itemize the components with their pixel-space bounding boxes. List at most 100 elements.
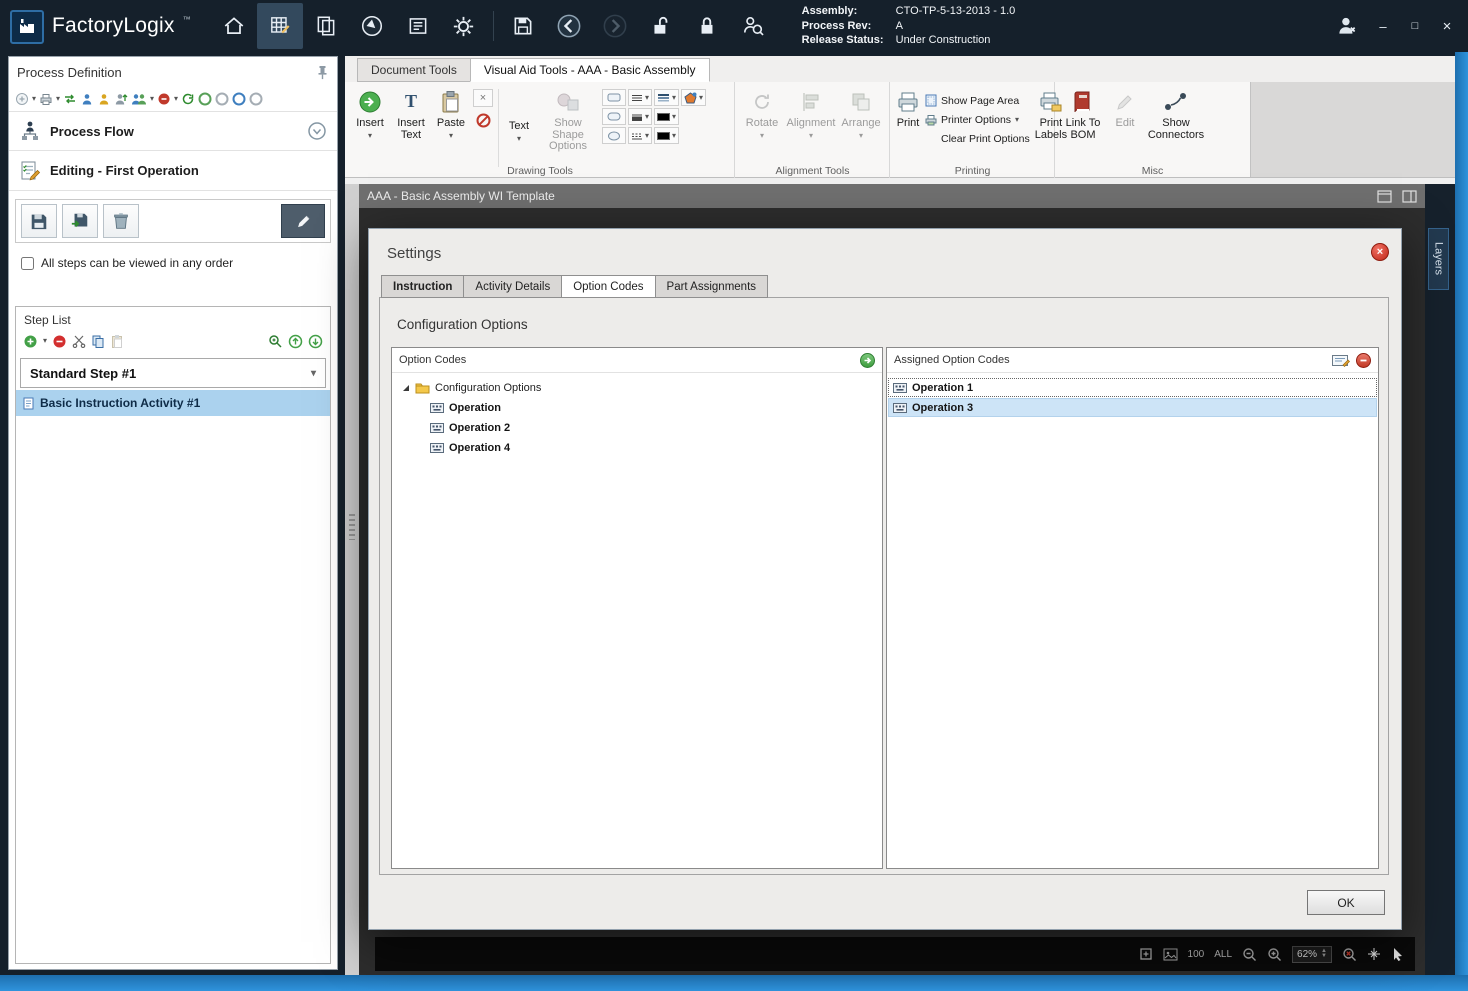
stack-order-dropdown[interactable]: ▾ [654, 89, 680, 106]
reports-button[interactable] [395, 3, 441, 49]
show-shape-options-button[interactable]: Show Shape Options [536, 85, 600, 157]
tab-instruction[interactable]: Instruction [381, 275, 465, 298]
tab-document-tools[interactable]: Document Tools [357, 58, 471, 82]
tree-root-row[interactable]: Configuration Options [392, 378, 882, 398]
insert-button[interactable]: Insert ▾ [349, 85, 391, 157]
option-code-item[interactable]: Operation [392, 398, 882, 418]
refresh-icon[interactable] [181, 91, 195, 107]
settings-gear-button[interactable] [441, 3, 487, 49]
dropdown-arrow-icon[interactable]: ▾ [368, 131, 372, 140]
move-down-icon[interactable] [308, 333, 323, 349]
process-flow-section[interactable]: Process Flow [9, 111, 337, 151]
tree-expander-icon[interactable] [402, 384, 410, 392]
tab-visual-aid-tools[interactable]: Visual Aid Tools - AAA - Basic Assembly [469, 58, 710, 82]
dialog-close-icon[interactable] [1371, 243, 1389, 261]
team-icon[interactable] [131, 91, 147, 107]
paste-button[interactable]: Paste ▾ [431, 85, 471, 157]
dropdown-arrow-icon[interactable]: ▾ [809, 131, 813, 140]
select-cursor-icon[interactable] [1391, 946, 1405, 962]
process-editor-button[interactable] [256, 3, 303, 49]
dropdown-arrow-icon[interactable]: ▾ [760, 131, 764, 140]
import-save-button[interactable] [62, 204, 98, 238]
polygon-tool-dropdown[interactable]: ▾ [681, 89, 707, 106]
transfer-icon[interactable] [63, 91, 77, 107]
layers-tab[interactable]: Layers [1428, 228, 1449, 290]
ellipse-shape-button[interactable] [602, 127, 626, 144]
minimize-button[interactable] [1370, 15, 1396, 37]
status-circle-gray2-icon[interactable] [249, 91, 263, 107]
dash-style-dropdown[interactable]: ▾ [628, 127, 653, 144]
lock-button[interactable] [684, 3, 730, 49]
cut-icon[interactable] [72, 333, 86, 349]
arrange-button[interactable]: Arrange ▾ [837, 85, 885, 157]
text-tool-button[interactable]: Text ▾ [502, 85, 536, 157]
assigned-code-item[interactable]: Operation 1 [888, 378, 1377, 397]
zoom-level-spinner[interactable]: 62% ▲ ▼ [1292, 945, 1332, 963]
fill-color-picker[interactable]: ▾ [654, 127, 680, 144]
ok-button[interactable]: OK [1307, 890, 1385, 915]
copy-icon[interactable] [91, 333, 105, 349]
zoom-in-icon[interactable] [1267, 946, 1282, 962]
edit-codes-icon[interactable] [1332, 352, 1350, 368]
assign-user-icon[interactable] [80, 91, 94, 107]
forward-button[interactable] [592, 3, 638, 49]
save-step-button[interactable] [21, 204, 57, 238]
expand-circle-icon[interactable] [307, 122, 327, 140]
edit-button[interactable]: Edit [1107, 85, 1143, 157]
edit-mode-button[interactable] [281, 204, 325, 238]
zoom-out-icon[interactable] [1242, 946, 1257, 962]
add-step-icon[interactable] [23, 333, 38, 349]
print-process-icon[interactable] [39, 91, 53, 107]
float-panel-icon[interactable] [1377, 188, 1392, 204]
navigator-button[interactable] [349, 3, 395, 49]
rotate-button[interactable]: Rotate ▾ [739, 85, 785, 157]
dropdown-arrow-icon[interactable]: ▾ [449, 131, 453, 140]
spinner-arrows-icon[interactable]: ▲ ▼ [1321, 948, 1327, 959]
assign-option-code-icon[interactable] [860, 352, 875, 368]
link-to-bom-button[interactable]: Link To BOM [1059, 85, 1107, 157]
activity-item-selected[interactable]: Basic Instruction Activity #1 [16, 390, 330, 416]
dropdown-arrow-icon[interactable]: ▾ [32, 95, 36, 103]
dropdown-arrow-icon[interactable]: ▾ [43, 337, 47, 345]
fit-page-icon[interactable] [1139, 946, 1153, 962]
step-item[interactable]: Standard Step #1 ▾ [20, 358, 326, 388]
clear-print-options-button[interactable]: Clear Print Options [922, 129, 1033, 148]
printer-options-button[interactable]: Printer Options ▾ [922, 110, 1033, 129]
disable-shape-icon[interactable] [473, 111, 493, 129]
release-user-icon[interactable] [97, 91, 111, 107]
chevron-down-icon[interactable]: ▾ [311, 368, 316, 379]
show-connectors-button[interactable]: Show Connectors [1143, 85, 1209, 157]
find-step-icon[interactable] [268, 333, 283, 349]
status-circle-gray-icon[interactable] [215, 91, 229, 107]
move-up-icon[interactable] [288, 333, 303, 349]
zoom-preset-all[interactable]: ALL [1214, 949, 1232, 960]
save-button[interactable] [500, 3, 546, 49]
left-splitter[interactable] [345, 184, 359, 975]
line-weight-dropdown[interactable]: ▾ [628, 89, 653, 106]
close-button[interactable] [1434, 15, 1460, 37]
pin-icon[interactable] [316, 64, 329, 80]
delete-shape-icon[interactable] [473, 89, 493, 107]
delete-step-button[interactable] [103, 204, 139, 238]
remove-icon[interactable] [157, 91, 171, 107]
option-code-item[interactable]: Operation 4 [392, 438, 882, 458]
tab-activity-details[interactable]: Activity Details [463, 275, 563, 298]
maximize-button[interactable] [1402, 15, 1428, 37]
tab-option-codes[interactable]: Option Codes [561, 275, 656, 298]
dropdown-arrow-icon[interactable]: ▾ [56, 95, 60, 103]
pan-cursor-icon[interactable] [1367, 946, 1381, 962]
user-logout-icon[interactable] [1330, 9, 1364, 43]
dropdown-arrow-icon[interactable]: ▾ [517, 134, 521, 143]
dropdown-arrow-icon[interactable]: ▾ [1015, 115, 1019, 124]
dropdown-arrow-icon[interactable]: ▾ [174, 95, 178, 103]
documents-button[interactable] [303, 3, 349, 49]
rectangle-shape-button[interactable] [602, 89, 626, 106]
back-button[interactable] [546, 3, 592, 49]
status-circle-green-icon[interactable] [198, 91, 212, 107]
line-color-picker[interactable]: ▾ [654, 108, 680, 125]
add-operation-icon[interactable] [15, 91, 29, 107]
dock-panel-icon[interactable] [1402, 188, 1417, 204]
unlock-button[interactable] [638, 3, 684, 49]
zoom-reset-icon[interactable] [1342, 946, 1357, 962]
dropdown-arrow-icon[interactable]: ▾ [859, 131, 863, 140]
